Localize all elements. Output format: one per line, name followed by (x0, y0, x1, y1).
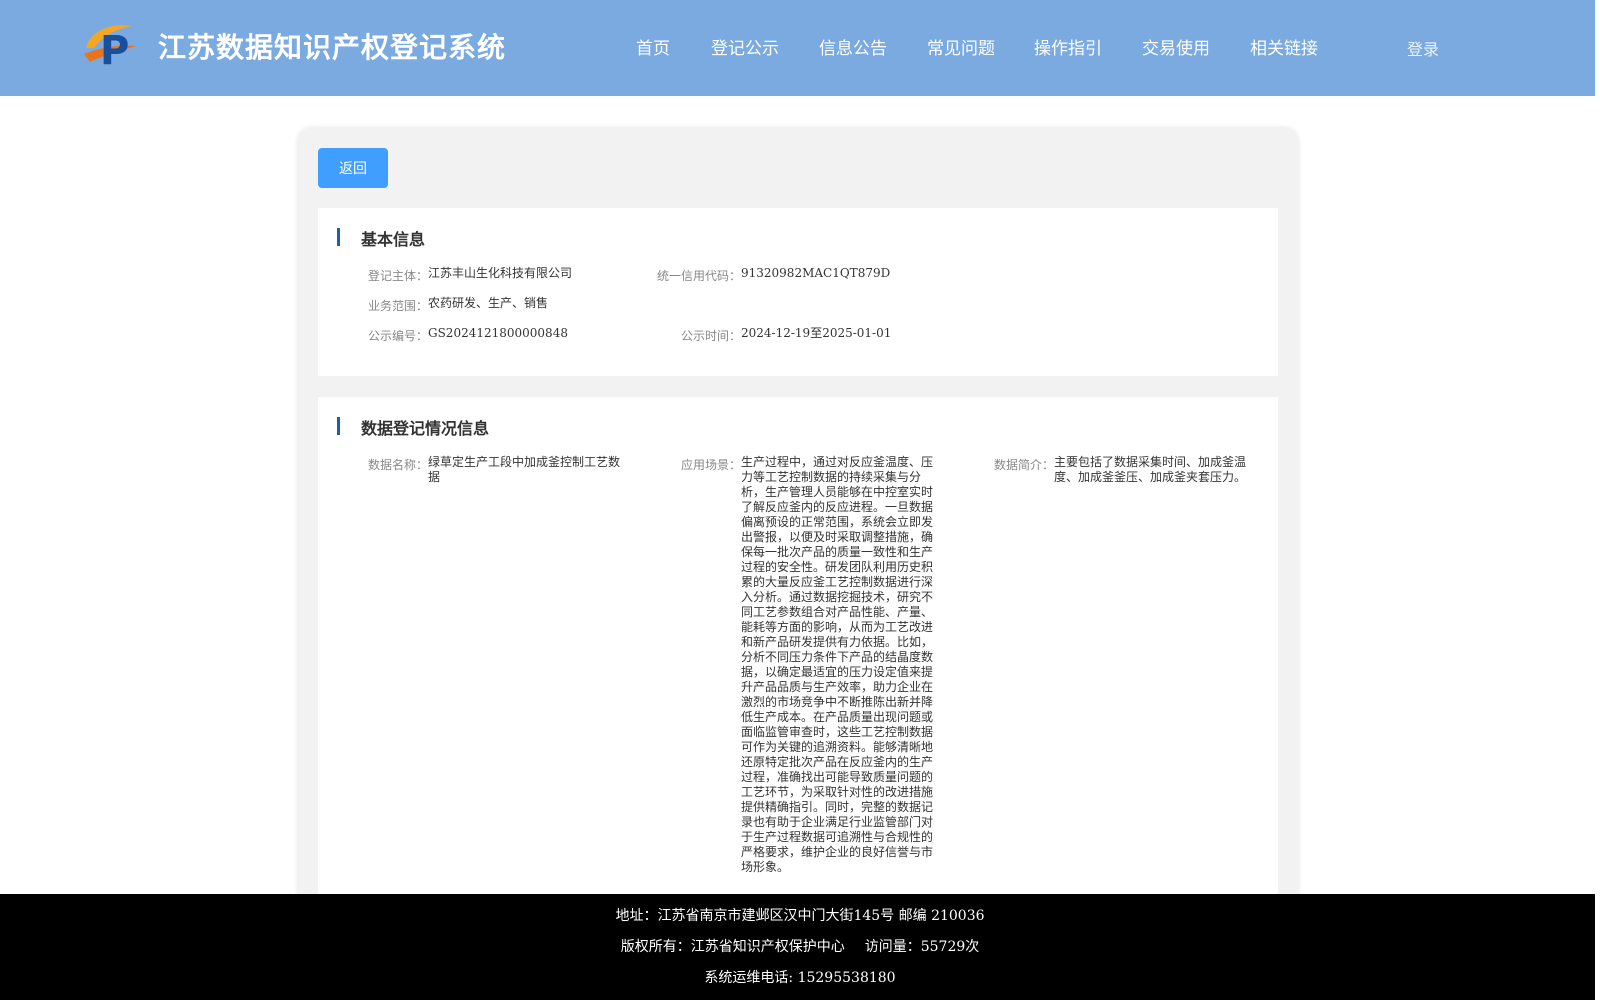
nav-announcements[interactable]: 信息公告 (819, 34, 887, 59)
scrollbar[interactable] (1595, 0, 1600, 1000)
subject-value: 江苏丰山生化科技有限公司 (428, 266, 573, 280)
data-name-label: 数据名称： (367, 458, 428, 472)
site-footer: 地址：江苏省南京市建邺区汉中门大街145号 邮编 210036 版权所有：江苏省… (0, 894, 1600, 1000)
back-button[interactable]: 返回 (318, 148, 388, 188)
footer-copyright-line: 版权所有：江苏省知识产权保护中心 访问量：55729次 (0, 936, 1600, 956)
intro-label: 数据简介： (993, 458, 1054, 472)
nav-links[interactable]: 相关链接 (1250, 34, 1318, 59)
data-name-value: 绿草定生产工段中加成釜控制工艺数据 (428, 455, 621, 484)
nav-home[interactable]: 首页 (636, 34, 670, 59)
footer-address: 地址：江苏省南京市建邺区汉中门大街145号 邮编 210036 (615, 908, 985, 924)
section-marker (337, 417, 340, 435)
scenario-label: 应用场景： (680, 458, 741, 472)
footer-hotline: 系统运维电话: 15295538180 (704, 970, 896, 986)
credit-code-label: 统一信用代码： (656, 269, 741, 283)
site-header: P 江苏数据知识产权登记系统 首页 登记公示 信息公告 常见问题 操作指引 交易… (0, 0, 1595, 96)
svg-text:P: P (100, 28, 129, 70)
scope-label: 业务范围： (367, 299, 428, 313)
credit-code-value: 91320982MAC1QT879D (741, 266, 891, 280)
intro-value: 主要包括了数据采集时间、加成釜温度、加成釜釜压、加成釜夹套压力。 (1054, 455, 1247, 484)
scope-value: 农药研发、生产、销售 (428, 296, 549, 310)
footer-copyright: 版权所有：江苏省知识产权保护中心 (620, 939, 845, 955)
login-link[interactable]: 登录 (1407, 36, 1439, 60)
notice-time-label: 公示时间： (680, 329, 741, 343)
nav-faq[interactable]: 常见问题 (927, 34, 995, 59)
basic-info-title: 基本信息 (361, 230, 426, 249)
section-marker (337, 228, 340, 246)
subject-label: 登记主体： (367, 269, 428, 283)
notice-no-value: GS2024121800000848 (428, 326, 568, 340)
detail-card: 返回 基本信息 登记主体： 江苏丰山生化科技有限公司 统一信用代码： 91320… (298, 128, 1298, 957)
site-title: 江苏数据知识产权登记系统 (158, 31, 507, 64)
notice-no-label: 公示编号： (367, 329, 428, 343)
nav-registration-notice[interactable]: 登记公示 (711, 34, 779, 59)
data-registration-panel: 数据登记情况信息 数据名称： 绿草定生产工段中加成釜控制工艺数据 应用场景： 生… (318, 397, 1278, 957)
nav-trading[interactable]: 交易使用 (1142, 34, 1210, 59)
basic-info-panel: 基本信息 登记主体： 江苏丰山生化科技有限公司 统一信用代码： 91320982… (318, 208, 1278, 376)
footer-visits: 访问量：55729次 (864, 939, 980, 955)
nav-guide[interactable]: 操作指引 (1034, 34, 1102, 59)
data-registration-title: 数据登记情况信息 (361, 419, 490, 438)
logo-icon: P (84, 24, 136, 70)
notice-time-value: 2024-12-19至2025-01-01 (741, 326, 892, 340)
scenario-value: 生产过程中，通过对反应釜温度、压力等工艺控制数据的持续采集与分析，生产管理人员能… (741, 455, 934, 874)
